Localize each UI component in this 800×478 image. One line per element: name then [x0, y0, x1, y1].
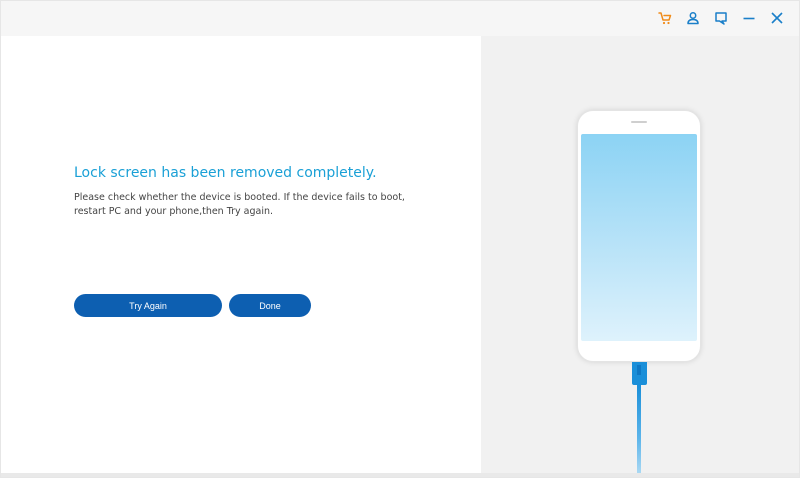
phone-speaker [631, 121, 647, 123]
try-again-button[interactable]: Try Again [74, 294, 222, 317]
app-window: Lock screen has been removed completely.… [0, 0, 800, 478]
done-button[interactable]: Done [229, 294, 311, 317]
title-controls [657, 9, 785, 27]
title-bar [1, 1, 799, 36]
minimize-icon[interactable] [741, 9, 757, 27]
result-description: Please check whether the device is boote… [74, 192, 405, 217]
usb-connector-tip [637, 365, 641, 375]
user-icon[interactable] [685, 9, 701, 27]
usb-cable [637, 385, 641, 473]
bottom-border [1, 473, 799, 477]
phone-illustration [577, 110, 701, 362]
phone-screen [581, 134, 697, 341]
content-pane [1, 36, 481, 473]
close-icon[interactable] [769, 9, 785, 27]
cart-icon[interactable] [657, 9, 673, 27]
feedback-icon[interactable] [713, 9, 729, 27]
result-heading: Lock screen has been removed completely. [74, 165, 377, 181]
